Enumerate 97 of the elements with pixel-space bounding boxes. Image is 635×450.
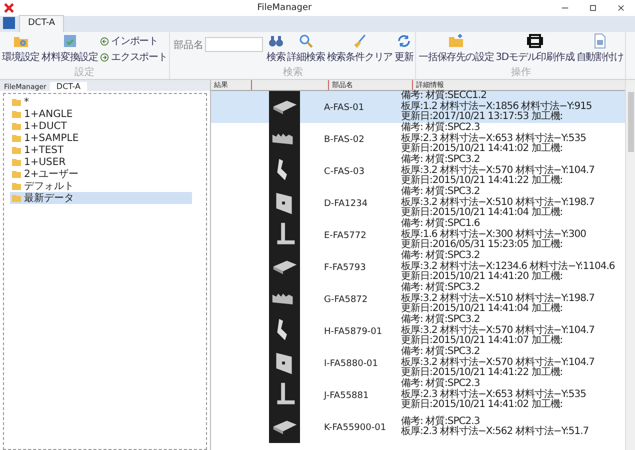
detail-line: 板厚:2.3 材料寸法−X:562 材料寸法−Y:51.7: [401, 427, 590, 438]
app-icon: [4, 3, 14, 13]
toolbar-button[interactable]: 環境設定: [1, 33, 41, 64]
detail-line: 板厚:1.6 材料寸法−X:300 材料寸法−Y:300: [401, 230, 587, 240]
toolbar-button[interactable]: 一括保存先の設定: [417, 33, 495, 64]
table-row[interactable]: K-FA55900-01 備考: 材質:SPC2.3 板厚:2.3 材料寸法−X:562 材料寸法−Y:51.7: [211, 411, 625, 443]
part-thumbnail: [269, 411, 300, 443]
detail-line: 備考: 材質:SECC1.2: [401, 91, 488, 102]
detail-line: 板厚:2.3 材料寸法−X:653 材料寸法−Y:535: [401, 390, 587, 400]
field-label: 部品名: [173, 38, 204, 52]
detail-line: 更新日:2015/10/21 14:41:02 加工機:: [401, 400, 564, 411]
detail-line: 板厚:3.2 材料寸法−X:510 材料寸法−Y:198.7: [401, 294, 596, 304]
tree-item[interactable]: 1+TEST: [10, 144, 192, 156]
table-row[interactable]: D-FA1234 備考: 材質:SPC3.2 板厚:3.2 材料寸法−X:510 材料寸法−Y:198.7 更新日:2015/10/21 14:41:04 加工機:: [211, 187, 625, 219]
toolbar-button[interactable]: インポート: [100, 34, 168, 48]
frame-icon: [527, 33, 543, 49]
tree-item[interactable]: *: [10, 96, 192, 108]
detail-line: 更新日:2015/10/21 14:41:22 加工機:: [401, 176, 564, 186]
detail-line: 更新日:2015/10/21 14:41:02 加工機:: [401, 144, 564, 154]
part-name: A-FAS-01: [323, 102, 364, 112]
table-row[interactable]: E-FA5772 備考: 材質:SPC1.6 板厚:1.6 材料寸法−X:300 材料寸法−Y:300 更新日:2016/05/31 15:23:05 加工機:: [211, 219, 625, 251]
part-name: E-FA5772: [323, 230, 366, 240]
detail-line: 更新日:2015/10/21 14:41:20 加工機:: [401, 272, 564, 282]
ribbon-tab[interactable]: DCT-A: [19, 15, 64, 32]
table-row[interactable]: B-FAS-02 備考: 材質:SPC2.3 板厚:2.3 材料寸法−X:653 材料寸法−Y:535 更新日:2015/10/21 14:41:02 加工機:: [211, 123, 625, 155]
table-row[interactable]: C-FAS-03 備考: 材質:SPC3.2 板厚:3.2 材料寸法−X:570 材料寸法−Y:104.7 更新日:2015/10/21 14:41:22 加工機:: [211, 155, 625, 187]
arrow-circle-icon: [100, 36, 110, 46]
toolbar-button[interactable]: 検索条件クリア: [326, 33, 394, 64]
detail-line: 板厚:1.2 材料寸法−X:1856 材料寸法−Y:915: [401, 102, 593, 112]
document-check-icon: [62, 33, 78, 49]
arrow-circle-icon: [100, 52, 110, 62]
toolbar-button[interactable]: エクスポート: [100, 50, 168, 64]
table-row[interactable]: H-FA5879-01 備考: 材質:SPC3.2 板厚:3.2 材料寸法−X:570 材料寸法−Y:104.7 更新日:2015/10/21 14:41:07 加工機:: [211, 315, 625, 347]
detail-line: 板厚:3.2 材料寸法−X:570 材料寸法−Y:104.7: [401, 166, 596, 176]
tree-item[interactable]: 2+ユーザー: [10, 168, 192, 180]
detail-line: 備考: 材質:SPC3.2: [401, 155, 481, 166]
toolbar-button[interactable]: 検索: [265, 33, 286, 64]
folder-icon: [448, 33, 464, 49]
table-row[interactable]: F-FA5793 備考: 材質:SPC3.2 板厚:3.2 材料寸法−X:1234.6 材料寸法−Y:1104.6 更新日:2015/10/21 14:41:20 加工機:: [211, 251, 625, 283]
table-row[interactable]: A-FAS-01 備考: 材質:SECC1.2 板厚:1.2 材料寸法−X:1856 材料寸法−Y:915 更新日:2017/10/21 13:17:53 加工機:: [211, 91, 625, 123]
toolbar-button[interactable]: 材料変換設定: [40, 33, 100, 64]
toolbar-button[interactable]: 詳細検索: [286, 33, 326, 64]
table-row[interactable]: J-FA55881 備考: 材質:SPC2.3 板厚:2.3 材料寸法−X:653 材料寸法−Y:535 更新日:2015/10/21 14:41:02 加工機:: [211, 379, 625, 411]
search-field[interactable]: [205, 37, 264, 52]
part-name: G-FA5872: [323, 294, 368, 304]
part-name: J-FA55881: [322, 390, 369, 400]
search-icon: [298, 33, 314, 49]
table-row[interactable]: I-FA5880-01 備考: 材質:SPC3.2 板厚:3.2 材料寸法−X:570 材料寸法−Y:104.7 更新日:2015/10/21 14:41:22 加工機:: [211, 347, 625, 379]
close-icon[interactable]: [616, 3, 626, 13]
tree-item[interactable]: 1+DUCT: [10, 120, 192, 132]
detail-line: 備考: 材質:SPC1.6: [401, 219, 481, 230]
toolbar-button[interactable]: 更新: [394, 33, 414, 64]
part-name: D-FA1234: [323, 198, 368, 208]
tree-item[interactable]: 1+SAMPLE: [10, 132, 192, 144]
detail-line: 板厚:3.2 材料寸法−X:570 材料寸法−Y:104.7: [401, 326, 596, 336]
tree-item[interactable]: 最新データ: [10, 192, 192, 204]
detail-line: 備考: 材質:SPC3.2: [401, 187, 481, 198]
detail-line: 板厚:2.3 材料寸法−X:653 材料寸法−Y:535: [401, 134, 587, 144]
maximize-icon[interactable]: [588, 3, 598, 13]
part-name: K-FA55900-01: [323, 422, 386, 432]
detail-line: 備考: 材質:SPC3.2: [401, 347, 481, 358]
detail-line: 更新日:2015/10/21 14:41:04 加工機:: [401, 208, 564, 218]
detail-line: 備考: 材質:SPC3.2: [401, 283, 481, 294]
table-row[interactable]: G-FA5872 備考: 材質:SPC3.2 板厚:3.2 材料寸法−X:510 材料寸法−Y:198.7 更新日:2015/10/21 14:41:04 加工機:: [211, 283, 625, 315]
tree-item[interactable]: 1+ANGLE: [10, 108, 192, 120]
detail-line: 板厚:3.2 材料寸法−X:510 材料寸法−Y:198.7: [401, 198, 596, 208]
tree-item[interactable]: デフォルト: [10, 180, 192, 192]
group-label: 操作: [510, 67, 532, 79]
group-label: 設定: [74, 67, 96, 79]
panel-tab[interactable]: DCT-A: [50, 82, 86, 91]
detail-line: 備考: 材質:SPC2.3: [401, 123, 481, 134]
detail-line: 更新日:2015/10/21 14:41:22 加工機:: [401, 368, 564, 378]
detail-line: 更新日:2015/10/21 14:41:04 加工機:: [401, 304, 564, 314]
detail-line: 備考: 材質:SPC2.3: [401, 379, 481, 390]
part-name: I-FA5880-01: [323, 358, 378, 368]
scrollbar[interactable]: [625, 80, 635, 450]
detail-line: 板厚:3.2 材料寸法−X:1234.6 材料寸法−Y:1104.6: [401, 262, 616, 272]
detail-line: 備考: 材質:SPC3.2: [401, 251, 481, 262]
part-name: H-FA5879-01: [323, 326, 382, 336]
part-thumbnail: [269, 91, 300, 123]
part-name: B-FAS-02: [323, 134, 364, 144]
toolbar-button[interactable]: 3Dモデル印刷作成: [494, 33, 576, 64]
part-name: C-FAS-03: [323, 166, 364, 176]
tree-item[interactable]: 1+USER: [10, 156, 192, 168]
toolbar-button[interactable]: 自動割付け: [575, 33, 624, 64]
detail-line: 更新日:2017/10/21 13:17:53 加工機:: [401, 112, 564, 122]
group-label: 検索: [282, 67, 304, 79]
detail-line: 更新日:2016/05/31 15:23:05 加工機:: [401, 240, 564, 250]
part-name: F-FA5793: [323, 262, 366, 272]
detail-line: 更新日:2015/10/21 14:41:07 加工機:: [401, 336, 564, 346]
window-title: FileManager: [256, 3, 313, 13]
detail-line: 板厚:3.2 材料寸法−X:570 材料寸法−Y:104.7: [401, 358, 596, 368]
detail-line: 備考: 材質:SPC2.3: [401, 416, 481, 426]
broom-icon: [352, 33, 368, 49]
detail-line: 備考: 材質:SPC3.2: [401, 315, 481, 326]
binoculars-icon: [268, 33, 284, 49]
refresh-icon: [396, 33, 412, 49]
